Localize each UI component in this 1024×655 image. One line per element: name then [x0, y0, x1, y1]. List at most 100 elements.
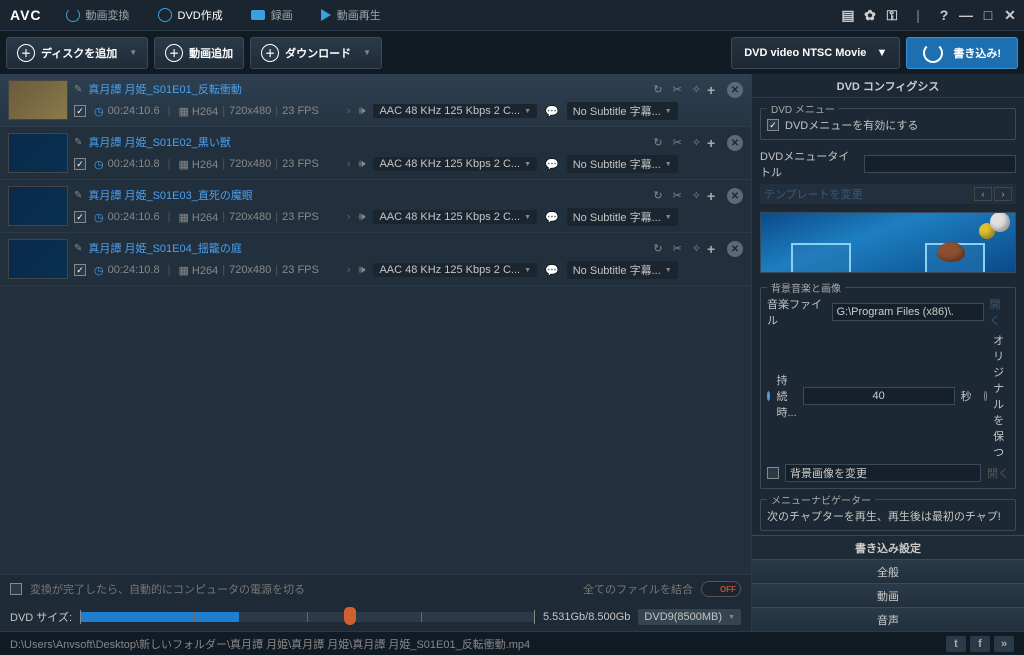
- subtitle-selector[interactable]: No Subtitle 字幕... ▼: [567, 155, 678, 173]
- tab-audio[interactable]: 音声: [752, 607, 1024, 631]
- facebook-icon[interactable]: f: [970, 636, 990, 652]
- twitter-icon[interactable]: t: [946, 636, 966, 652]
- remove-item-button[interactable]: ✕: [727, 135, 743, 151]
- item-checkbox[interactable]: ✓: [74, 264, 86, 276]
- subtitle-selector[interactable]: No Subtitle 字幕... ▼: [567, 261, 678, 279]
- refresh-icon[interactable]: ↻: [653, 242, 662, 255]
- audio-selector[interactable]: AAC 48 KHz 125 Kbps 2 C... ▼: [373, 157, 537, 171]
- toggle-label: OFF: [720, 585, 736, 594]
- edit-icon[interactable]: ✎: [74, 190, 82, 201]
- add-item-button[interactable]: +: [707, 188, 721, 202]
- add-item-button[interactable]: +: [707, 241, 721, 255]
- dvd-menu-group: DVD メニュー: [767, 101, 839, 116]
- open-music-button[interactable]: 開く: [990, 296, 1010, 328]
- list-item[interactable]: ✎真月譚 月姫_S01E01_反転衝動↻✂✧✓◷ 00:24:10.6|▦ H2…: [0, 74, 751, 127]
- tab-play[interactable]: 動画再生: [307, 0, 395, 30]
- tpl-next-button[interactable]: ›: [994, 187, 1012, 201]
- remove-item-button[interactable]: ✕: [727, 82, 743, 98]
- subtitle-selector[interactable]: No Subtitle 字幕... ▼: [567, 102, 678, 120]
- add-item-button[interactable]: +: [707, 82, 721, 96]
- enable-menu-checkbox[interactable]: ✓: [767, 119, 779, 131]
- size-handle[interactable]: [344, 607, 356, 625]
- add-disc-button[interactable]: ＋ディスクを追加▼: [6, 37, 148, 69]
- tab-record[interactable]: 録画: [237, 0, 307, 30]
- effects-icon[interactable]: ✧: [692, 189, 701, 202]
- download-button[interactable]: ＋ダウンロード▼: [250, 37, 382, 69]
- bg-image-checkbox[interactable]: [767, 467, 779, 479]
- profile-selector[interactable]: DVD video NTSC Movie▼: [731, 37, 900, 69]
- remove-item-button[interactable]: ✕: [727, 241, 743, 257]
- audio-selector[interactable]: AAC 48 KHz 125 Kbps 2 C... ▼: [373, 263, 537, 277]
- add-item-button[interactable]: +: [707, 135, 721, 149]
- size-text: 5.531Gb/8.500Gb: [543, 611, 630, 623]
- duration-input[interactable]: [803, 387, 955, 405]
- audio-selector[interactable]: AAC 48 KHz 125 Kbps 2 C... ▼: [373, 210, 537, 224]
- effects-icon[interactable]: ✧: [692, 242, 701, 255]
- tab-general[interactable]: 全般: [752, 559, 1024, 583]
- item-checkbox[interactable]: ✓: [74, 211, 86, 223]
- menu-title-input[interactable]: [864, 155, 1016, 173]
- effects-icon[interactable]: ✧: [692, 136, 701, 149]
- refresh-icon[interactable]: ↻: [653, 83, 662, 96]
- refresh-icon[interactable]: ↻: [653, 136, 662, 149]
- key-icon[interactable]: ⚿: [884, 7, 900, 23]
- seconds-label: 秒: [961, 388, 972, 404]
- list-item[interactable]: ✎真月譚 月姫_S01E03_直死の魔眼↻✂✧✓◷ 00:24:10.6|▦ H…: [0, 180, 751, 233]
- help-icon[interactable]: ?: [936, 7, 952, 23]
- disc-size-selector[interactable]: DVD9(8500MB)▼: [638, 609, 741, 625]
- download-icon: ＋: [261, 44, 279, 62]
- refresh-icon[interactable]: ↻: [653, 189, 662, 202]
- status-path: D:\Users\Anvsoft\Desktop\新しいフォルダー\真月譚 月姫…: [10, 636, 530, 652]
- effects-icon[interactable]: ✧: [692, 83, 701, 96]
- minimize-button[interactable]: —: [958, 7, 974, 23]
- add-video-button[interactable]: ＋動画追加: [154, 37, 244, 69]
- cut-icon[interactable]: ✂: [673, 83, 682, 96]
- edit-icon[interactable]: ✎: [74, 137, 82, 148]
- music-file-input[interactable]: [832, 303, 984, 321]
- tpl-prev-button[interactable]: ‹: [974, 187, 992, 201]
- edit-icon[interactable]: ✎: [74, 243, 82, 254]
- item-title: 真月譚 月姫_S01E04_揺籠の庭: [88, 240, 241, 256]
- duration-label: 持続時...: [776, 372, 796, 420]
- music-file-label: 音楽ファイル: [767, 296, 826, 328]
- tab-video[interactable]: 動画: [752, 583, 1024, 607]
- list-item[interactable]: ✎真月譚 月姫_S01E04_揺籠の庭↻✂✧✓◷ 00:24:10.8|▦ H2…: [0, 233, 751, 286]
- maximize-button[interactable]: □: [980, 7, 996, 23]
- settings-icon[interactable]: ✿: [862, 7, 878, 23]
- burn-settings-header: 書き込み設定: [752, 535, 1024, 559]
- remove-item-button[interactable]: ✕: [727, 188, 743, 204]
- merge-toggle[interactable]: OFF: [701, 581, 741, 597]
- merge-label: 全てのファイルを結合: [583, 581, 693, 597]
- bg-group-label: 背景音楽と画像: [767, 280, 845, 295]
- audio-selector[interactable]: AAC 48 KHz 125 Kbps 2 C... ▼: [373, 104, 537, 118]
- edit-icon[interactable]: ✎: [74, 84, 82, 95]
- cut-icon[interactable]: ✂: [673, 136, 682, 149]
- shutdown-checkbox[interactable]: [10, 583, 22, 595]
- keep-original-radio[interactable]: [984, 391, 987, 401]
- cut-icon[interactable]: ✂: [673, 242, 682, 255]
- item-checkbox[interactable]: ✓: [74, 158, 86, 170]
- record-icon: [251, 10, 265, 20]
- close-button[interactable]: ✕: [1002, 7, 1018, 23]
- template-change-link[interactable]: テンプレートを変更: [764, 186, 863, 202]
- tab-label: 録画: [271, 7, 293, 23]
- enable-menu-label: DVDメニューを有効にする: [785, 117, 918, 133]
- size-progress: [80, 612, 535, 622]
- duration-radio[interactable]: [767, 391, 770, 401]
- menu-title-label: DVDメニュータイトル: [760, 148, 858, 180]
- tab-dvd-create[interactable]: DVD作成: [144, 0, 237, 30]
- item-checkbox[interactable]: ✓: [74, 105, 86, 117]
- more-button[interactable]: »: [994, 636, 1014, 652]
- list-item[interactable]: ✎真月譚 月姫_S01E02_黒い獣↻✂✧✓◷ 00:24:10.8|▦ H26…: [0, 127, 751, 180]
- tab-convert[interactable]: 動画変換: [52, 0, 144, 30]
- menu-preview: [760, 212, 1016, 273]
- bg-image-input[interactable]: [785, 464, 981, 482]
- burn-button[interactable]: 書き込み!: [906, 37, 1018, 69]
- video-meta: ▦ H264 | 720x480 | 23 FPS: [178, 105, 318, 118]
- list-icon[interactable]: ▤: [840, 7, 856, 23]
- nav-group-label: メニューナビゲーター: [767, 492, 875, 507]
- app-logo: AVC: [10, 7, 42, 23]
- cut-icon[interactable]: ✂: [673, 189, 682, 202]
- subtitle-selector[interactable]: No Subtitle 字幕... ▼: [567, 208, 678, 226]
- keep-original-label: オリジナルを保つ: [993, 332, 1009, 460]
